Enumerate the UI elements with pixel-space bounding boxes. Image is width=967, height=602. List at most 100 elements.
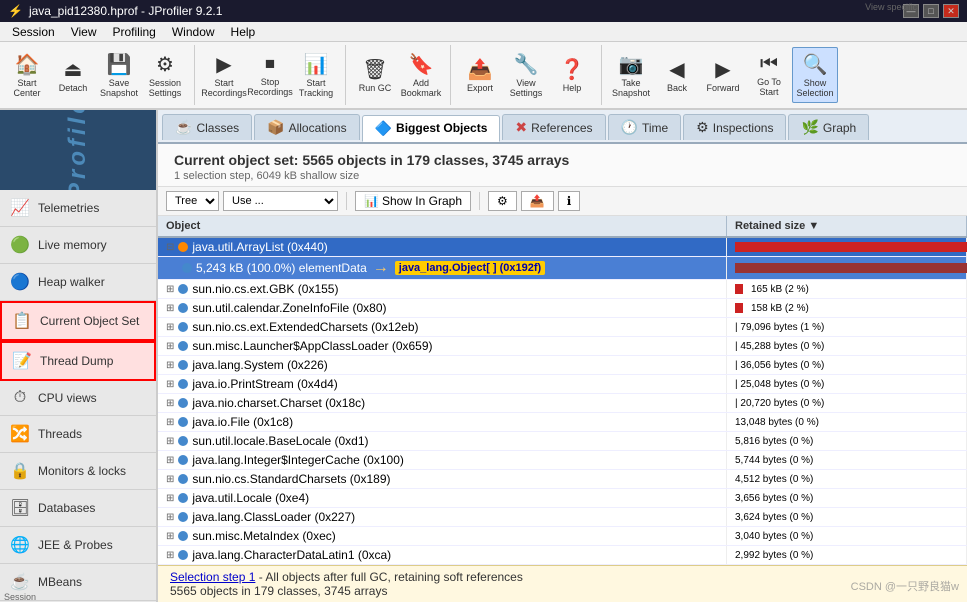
sidebar-item-monitors-locks[interactable]: 🔒 Monitors & locks xyxy=(0,453,156,490)
menu-session[interactable]: Session xyxy=(4,23,63,41)
app-icon: ⚡ xyxy=(8,4,23,18)
table-row[interactable]: ⊞ sun.util.locale.BaseLocale (0xd1) 5,81… xyxy=(158,432,967,451)
tab-graph-label: Graph xyxy=(823,121,856,135)
expand-icon[interactable]: ⊞ xyxy=(166,398,174,409)
expand-icon[interactable]: ⊞ xyxy=(166,341,174,352)
export-button[interactable]: 📤 Export xyxy=(457,47,503,103)
tab-allocations[interactable]: 📦 Allocations xyxy=(254,114,359,140)
menu-window[interactable]: Window xyxy=(164,23,223,41)
info-btn[interactable]: ℹ xyxy=(558,191,581,211)
take-snapshot-icon: 📷 xyxy=(619,52,644,77)
run-gc-button[interactable]: 🗑 Run GC xyxy=(352,47,398,103)
tab-graph[interactable]: 🌿 Graph xyxy=(788,114,869,140)
sidebar-item-thread-dump[interactable]: 📝 Thread Dump xyxy=(0,341,156,381)
expand-icon[interactable]: ⊞ xyxy=(166,493,174,504)
table-row[interactable]: ⊞ sun.nio.cs.ext.GBK (0x155) 165 kB (2 %… xyxy=(158,280,967,299)
expand-icon[interactable]: ⊞ xyxy=(166,322,174,333)
add-bookmark-label: AddBookmark xyxy=(401,79,442,99)
go-to-start-label: Go ToStart xyxy=(757,78,781,98)
selection-step-link[interactable]: Selection step 1 xyxy=(170,570,255,584)
object-cell: ⊞ sun.util.locale.BaseLocale (0xd1) xyxy=(158,432,727,450)
table-row[interactable]: ⊞ java.io.File (0x1c8) 13,048 bytes (0 %… xyxy=(158,413,967,432)
expand-icon[interactable]: ⊞ xyxy=(166,474,174,485)
detach-button[interactable]: ⏏ Detach xyxy=(50,47,96,103)
expand-icon[interactable]: ⊞ xyxy=(166,360,174,371)
session-settings-button[interactable]: ⚙ SessionSettings xyxy=(142,47,188,103)
table-row[interactable]: ⊟ java.util.ArrayList (0x440) 5,243 kB (… xyxy=(158,238,967,257)
table-row[interactable]: ⊞ sun.util.calendar.ZoneInfoFile (0x80) … xyxy=(158,299,967,318)
show-selection-button[interactable]: 🔍 ShowSelection xyxy=(792,47,838,103)
expand-icon[interactable]: ⊞ xyxy=(166,379,174,390)
object-table: Object Retained size ▼ ⊟ java.util.Array… xyxy=(158,216,967,565)
sidebar-item-databases[interactable]: 🗄 Databases xyxy=(0,490,156,527)
table-row[interactable]: ⊞ sun.misc.MetaIndex (0xec) 3,040 bytes … xyxy=(158,527,967,546)
sidebar-item-live-memory[interactable]: 🟢 Live memory xyxy=(0,227,156,264)
export-btn[interactable]: 📤 xyxy=(521,191,554,211)
back-button[interactable]: ◀ Back xyxy=(654,47,700,103)
expand-icon[interactable]: ⊞ xyxy=(166,417,174,428)
object-dot xyxy=(178,455,188,465)
tab-references[interactable]: ✖ References xyxy=(502,114,605,140)
table-row[interactable]: ⊞ java.lang.Integer$IntegerCache (0x100)… xyxy=(158,451,967,470)
object-name: java.util.Locale (0xe4) xyxy=(192,491,309,505)
sidebar-item-heap-walker[interactable]: 🔵 Heap walker xyxy=(0,264,156,301)
take-snapshot-button[interactable]: 📷 TakeSnapshot xyxy=(608,47,654,103)
size-cell: 5,243 kB (86 %) xyxy=(727,238,967,256)
view-mode-select[interactable]: Tree List Flat xyxy=(166,191,219,211)
sidebar-item-current-object-set[interactable]: 📋 Current Object Set xyxy=(0,301,156,341)
object-dot xyxy=(178,493,188,503)
object-name: sun.nio.cs.ext.GBK (0x155) xyxy=(192,282,338,296)
expand-icon[interactable]: ⊟ xyxy=(166,242,174,253)
help-button[interactable]: ❓ Help xyxy=(549,47,595,103)
show-in-graph-button[interactable]: 📊 Show In Graph xyxy=(355,191,471,211)
sidebar-item-telemetries[interactable]: 📈 Telemetries xyxy=(0,190,156,227)
expand-icon[interactable]: ⊞ xyxy=(166,303,174,314)
menu-view[interactable]: View xyxy=(63,23,105,41)
sidebar-item-jee-probes[interactable]: 🌐 JEE & Probes xyxy=(0,527,156,564)
table-row[interactable]: ⊞ sun.nio.cs.ext.ExtendedCharsets (0x12e… xyxy=(158,318,967,337)
maximize-button[interactable]: □ xyxy=(923,4,939,18)
tab-inspections[interactable]: ⚙ Inspections xyxy=(683,114,786,140)
stop-recordings-button[interactable]: ⏹ StopRecordings xyxy=(247,47,293,103)
expand-icon[interactable]: ⊞ xyxy=(166,550,174,561)
start-recordings-icon: ▶ xyxy=(216,52,231,77)
sidebar-item-cpu-views[interactable]: ⏱ CPU views xyxy=(0,381,156,416)
close-button[interactable]: ✕ xyxy=(943,4,959,18)
start-tracking-button[interactable]: 📊 StartTracking xyxy=(293,47,339,103)
expand-icon[interactable]: ⊞ xyxy=(166,284,174,295)
start-center-button[interactable]: 🏠 StartCenter xyxy=(4,47,50,103)
table-row[interactable]: ⊞ java.lang.System (0x226) | 36,056 byte… xyxy=(158,356,967,375)
menu-profiling[interactable]: Profiling xyxy=(105,23,164,41)
menu-help[interactable]: Help xyxy=(223,23,264,41)
sidebar-item-threads[interactable]: 🔀 Threads xyxy=(0,416,156,453)
forward-button[interactable]: ▶ Forward xyxy=(700,47,746,103)
tab-time[interactable]: 🕐 Time xyxy=(608,114,682,140)
object-cell: ⊞ java.nio.charset.Charset (0x18c) xyxy=(158,394,727,412)
go-to-start-button[interactable]: ⏮ Go ToStart xyxy=(746,47,792,103)
table-row[interactable]: ⊞ java.util.Locale (0xe4) 3,656 bytes (0… xyxy=(158,489,967,508)
size-text: 158 kB (2 %) xyxy=(751,303,809,314)
toolbar-view-specific-group: 📷 TakeSnapshot ◀ Back ▶ Forward ⏮ Go ToS… xyxy=(608,45,844,105)
table-row[interactable]: ⊞ java.lang.CharacterDataLatin1 (0xca) 2… xyxy=(158,546,967,565)
view-settings-button[interactable]: 🔧 ViewSettings xyxy=(503,47,549,103)
tab-classes[interactable]: ☕ Classes xyxy=(162,114,252,140)
table-row[interactable]: ⊞ java.lang.ClassLoader (0x227) 3,624 by… xyxy=(158,508,967,527)
expand-icon[interactable]: ⊞ xyxy=(166,512,174,523)
expand-icon[interactable]: ⊞ xyxy=(166,455,174,466)
object-dot xyxy=(178,550,188,560)
table-row[interactable]: ⊞ java.nio.charset.Charset (0x18c) | 20,… xyxy=(158,394,967,413)
expand-icon[interactable]: ⊞ xyxy=(166,436,174,447)
settings-btn[interactable]: ⚙ xyxy=(488,191,517,211)
size-text: 5,816 bytes (0 %) xyxy=(735,436,813,447)
use-select[interactable]: Use ... Use retained size Use shallow si… xyxy=(223,191,338,211)
add-bookmark-button[interactable]: 🔖 AddBookmark xyxy=(398,47,444,103)
tab-biggest-objects[interactable]: 🔷 Biggest Objects xyxy=(362,115,501,142)
start-recordings-button[interactable]: ▶ StartRecordings xyxy=(201,47,247,103)
table-row[interactable]: ⊞ java.io.PrintStream (0x4d4) | 25,048 b… xyxy=(158,375,967,394)
table-row[interactable]: ⊞ sun.misc.Launcher$AppClassLoader (0x65… xyxy=(158,337,967,356)
save-snapshot-button[interactable]: 💾 SaveSnapshot xyxy=(96,47,142,103)
table-row[interactable]: 5,243 kB (100.0%) elementData → java_lan… xyxy=(158,257,967,280)
expand-icon[interactable]: ⊞ xyxy=(166,531,174,542)
table-row[interactable]: ⊞ sun.nio.cs.StandardCharsets (0x189) 4,… xyxy=(158,470,967,489)
sidebar-cpu-views-label: CPU views xyxy=(38,391,97,405)
